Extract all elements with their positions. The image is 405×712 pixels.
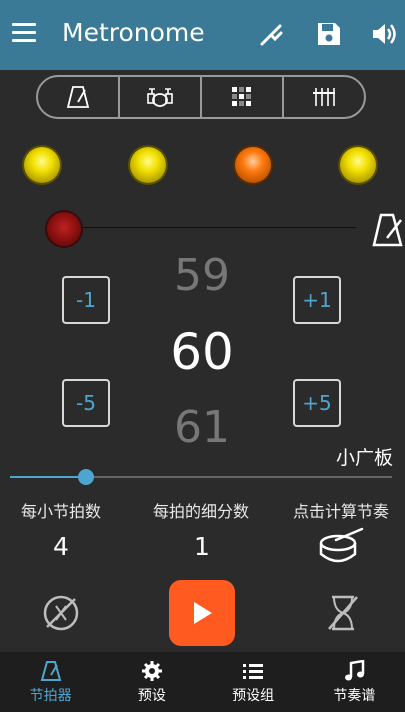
volume-slider-knob[interactable]	[47, 212, 81, 246]
nav-metronome[interactable]: 节拍器	[0, 652, 101, 712]
list-icon	[243, 664, 264, 679]
drum-kit-icon	[147, 88, 173, 107]
minus-5-button[interactable]: -5	[62, 379, 110, 427]
mode-selector	[36, 75, 366, 119]
no-accent-icon[interactable]	[42, 594, 80, 632]
beats-per-bar-label: 每小节拍数	[21, 502, 102, 521]
metronome-icon	[40, 661, 61, 681]
nav-preset-groups-label: 预设组	[232, 688, 275, 704]
subdivision-value[interactable]: 1	[194, 532, 210, 561]
nav-presets[interactable]: 预设	[101, 652, 202, 712]
nav-presets-label: 预设	[137, 688, 166, 704]
beat-indicator-1[interactable]	[24, 147, 60, 183]
minus-1-button[interactable]: -1	[62, 276, 110, 324]
plus-1-button[interactable]: +1	[293, 276, 341, 324]
mixer-icon	[313, 88, 335, 106]
beats-per-bar-value[interactable]: 4	[53, 532, 69, 561]
metronome-icon	[66, 86, 90, 108]
bottom-navigation: 节拍器 预设 预设组 节奏谱	[0, 652, 405, 712]
grid-icon	[232, 87, 251, 106]
volume-slider-track[interactable]	[66, 227, 356, 228]
beat-indicator-3[interactable]	[235, 147, 271, 183]
tempo-slider-fill	[10, 476, 87, 478]
tuning-fork-icon[interactable]	[258, 20, 286, 48]
menu-icon[interactable]	[12, 23, 36, 43]
music-note-icon	[345, 660, 365, 681]
timer-icon[interactable]	[326, 594, 360, 632]
tempo-current[interactable]: 60	[140, 323, 264, 381]
tempo-slider-thumb[interactable]	[78, 469, 95, 485]
plus-5-button[interactable]: +5	[293, 379, 341, 427]
beat-indicator-2[interactable]	[130, 147, 166, 183]
nav-rhythm-label: 节奏谱	[333, 688, 376, 704]
nav-metronome-label: 节拍器	[29, 688, 72, 704]
subdivision-label: 每拍的细分数	[153, 502, 250, 521]
tempo-marking: 小广板	[335, 447, 393, 469]
tempo-next[interactable]: 61	[140, 402, 264, 448]
nav-preset-groups[interactable]: 预设组	[203, 652, 304, 712]
app-bar: Metronome	[0, 0, 405, 70]
gear-icon	[141, 661, 162, 681]
tempo-previous[interactable]: 59	[140, 250, 264, 300]
app-title: Metronome	[62, 18, 205, 47]
play-button[interactable]	[169, 580, 235, 646]
metronome-icon[interactable]	[371, 212, 405, 248]
save-icon[interactable]	[315, 20, 343, 48]
mode-pattern[interactable]	[202, 77, 284, 117]
nav-rhythm[interactable]: 节奏谱	[304, 652, 405, 712]
play-icon	[194, 602, 212, 624]
mode-mixer[interactable]	[284, 77, 364, 117]
volume-icon[interactable]	[370, 20, 398, 48]
tap-drum-icon[interactable]	[318, 526, 364, 568]
tap-tempo-label: 点击计算节奏	[293, 502, 390, 521]
beat-indicator-4[interactable]	[340, 147, 376, 183]
mode-drums[interactable]	[120, 77, 202, 117]
mode-metronome[interactable]	[38, 77, 120, 117]
tempo-slider-track[interactable]	[10, 476, 392, 478]
